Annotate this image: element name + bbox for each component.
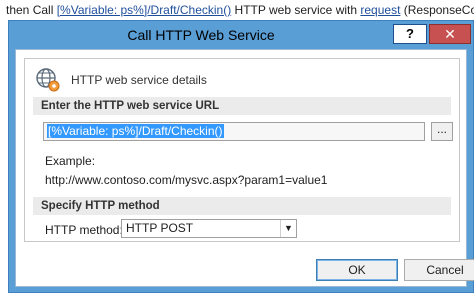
sentence-after-request: (ResponseContent to — [403, 3, 474, 17]
http-method-label: HTTP method: — [45, 223, 123, 237]
ok-button[interactable]: OK — [316, 259, 398, 281]
url-input[interactable]: [%Variable: ps%]/Draft/Checkin() — [43, 122, 425, 141]
http-method-select[interactable]: HTTP POST ▼ — [121, 219, 297, 238]
request-link[interactable]: request — [360, 3, 400, 17]
close-icon[interactable]: ✕ — [429, 24, 471, 44]
url-input-text: [%Variable: ps%]/Draft/Checkin() — [47, 124, 224, 138]
chevron-down-icon[interactable]: ▼ — [280, 220, 296, 237]
example-url: http://www.contoso.com/mysvc.aspx?param1… — [45, 173, 328, 187]
dialog-body: HTTP web service details Enter the HTTP … — [15, 49, 474, 287]
url-section-header: Enter the HTTP web service URL — [33, 97, 451, 115]
url-builder-button[interactable]: ... — [431, 122, 453, 141]
help-button[interactable]: ? — [393, 24, 427, 44]
dialog-titlebar[interactable]: Call HTTP Web Service ? ✕ — [9, 21, 473, 49]
http-method-value: HTTP POST — [126, 221, 194, 235]
workflow-sentence: then Call [%Variable: ps%]/Draft/Checkin… — [0, 0, 474, 22]
cancel-button[interactable]: Cancel — [404, 259, 474, 281]
sentence-prefix: then Call — [6, 3, 57, 17]
dialog-title: Call HTTP Web Service — [127, 27, 275, 43]
panel-header-text: HTTP web service details — [71, 73, 207, 87]
method-section-header: Specify HTTP method — [33, 197, 451, 215]
url-variable-link[interactable]: [%Variable: ps%]/Draft/Checkin() — [57, 3, 232, 17]
globe-gear-icon — [36, 68, 60, 92]
example-label: Example: — [45, 154, 96, 168]
sentence-middle: HTTP web service with — [231, 3, 361, 17]
details-panel: HTTP web service details Enter the HTTP … — [24, 58, 460, 242]
call-http-dialog: Call HTTP Web Service ? ✕ HTTP web servi… — [8, 20, 474, 293]
